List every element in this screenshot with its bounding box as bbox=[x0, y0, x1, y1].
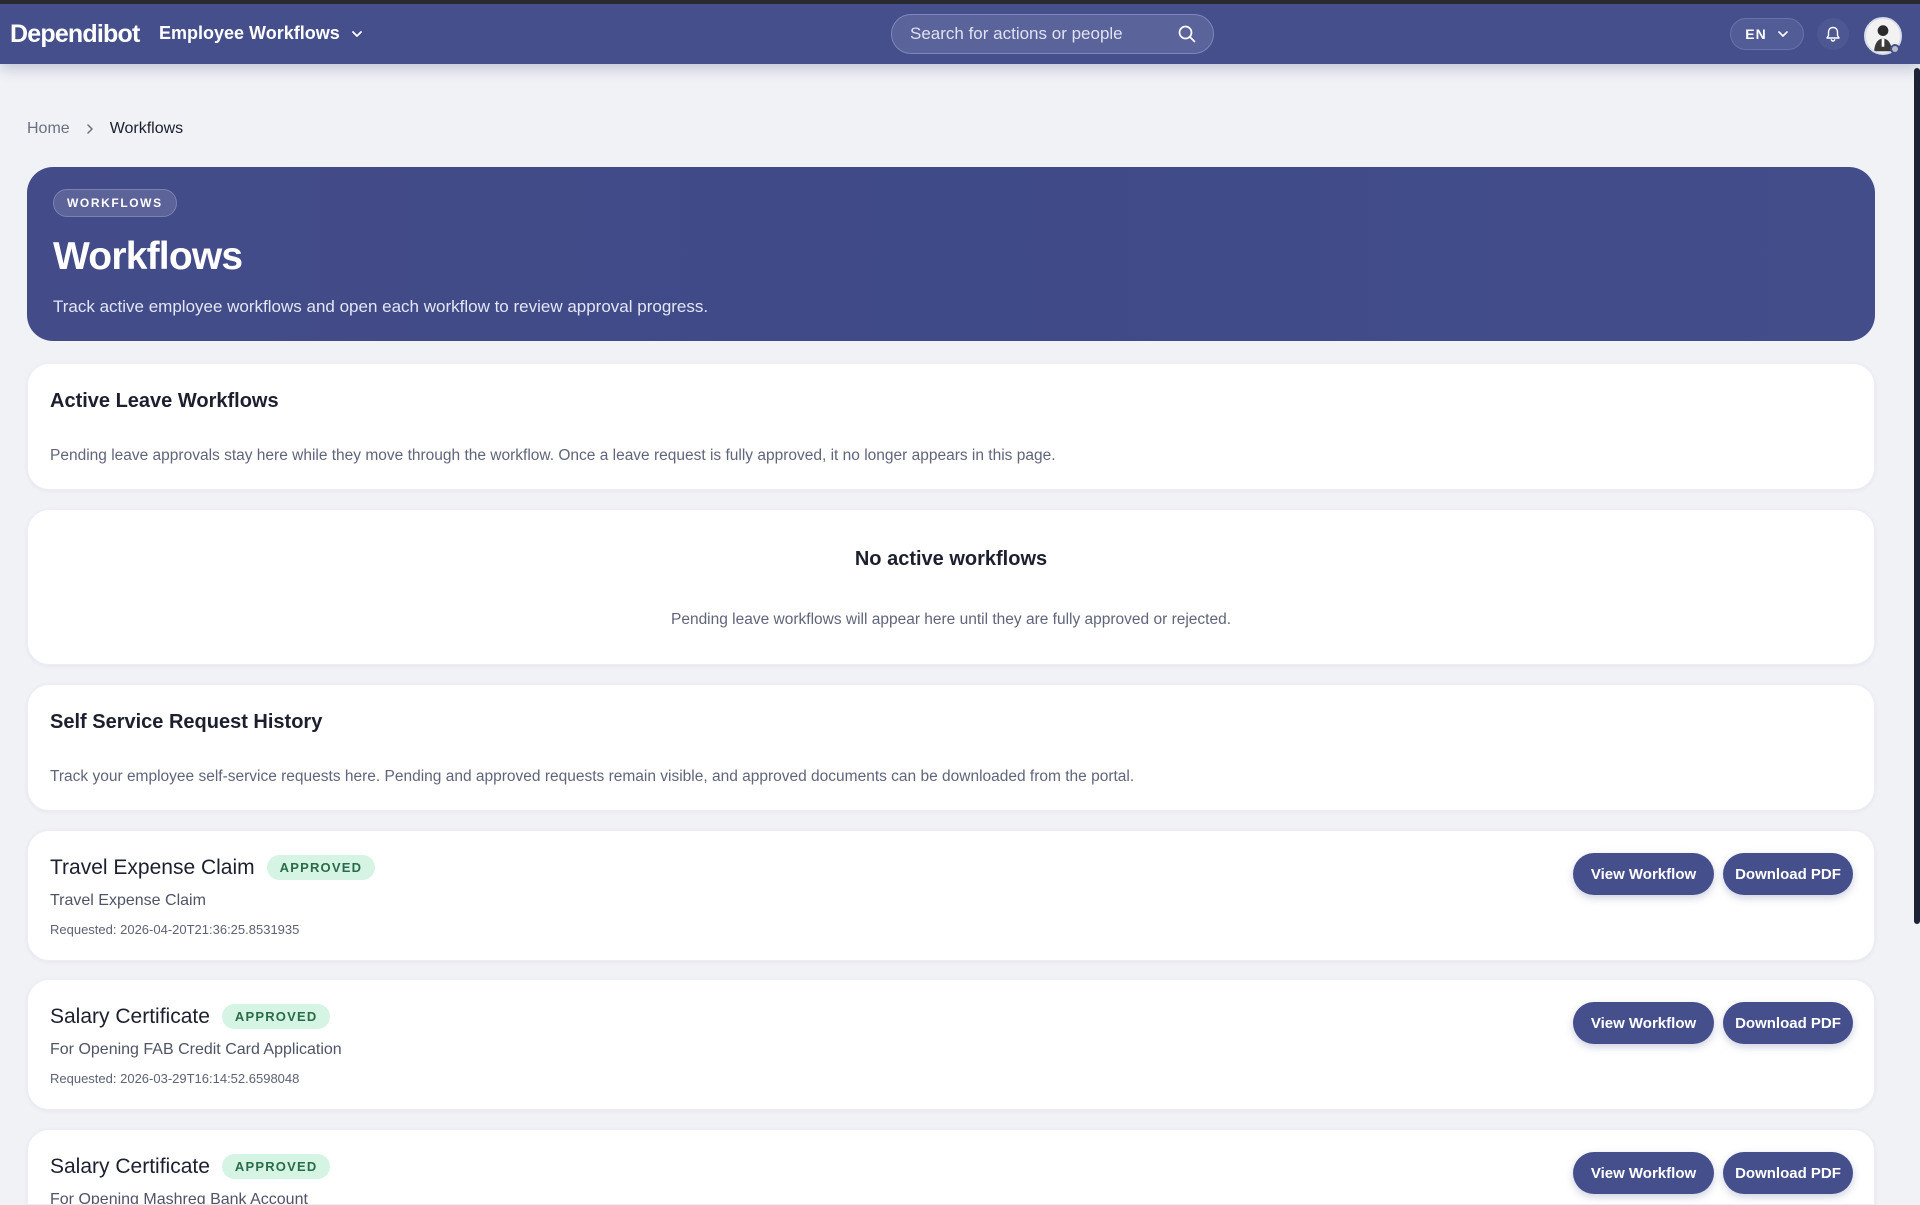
bell-icon bbox=[1826, 26, 1840, 42]
page-scrollbar[interactable] bbox=[1914, 68, 1920, 924]
search-input[interactable] bbox=[910, 24, 1177, 44]
breadcrumb-home[interactable]: Home bbox=[27, 120, 70, 138]
download-pdf-button[interactable]: Download PDF bbox=[1723, 1002, 1853, 1044]
download-pdf-button[interactable]: Download PDF bbox=[1723, 1152, 1853, 1194]
request-card: Salary Certificate APPROVED For Opening … bbox=[27, 1129, 1875, 1205]
chevron-down-icon bbox=[1777, 31, 1788, 37]
empty-state-description: Pending leave workflows will appear here… bbox=[670, 611, 1232, 628]
request-subtitle: For Opening Mashreq Bank Account bbox=[50, 1191, 308, 1205]
request-title: Salary Certificate bbox=[50, 1004, 210, 1028]
empty-state-card: No active workflows Pending leave workfl… bbox=[27, 509, 1875, 665]
presence-indicator bbox=[1890, 44, 1900, 54]
chevron-right-icon bbox=[86, 124, 93, 134]
view-workflow-button[interactable]: View Workflow bbox=[1573, 853, 1714, 895]
global-search bbox=[891, 14, 1214, 54]
view-workflow-button[interactable]: View Workflow bbox=[1573, 1002, 1714, 1044]
status-badge: APPROVED bbox=[266, 855, 376, 880]
notifications-button[interactable] bbox=[1817, 18, 1849, 50]
request-subtitle: Travel Expense Claim bbox=[50, 892, 206, 909]
top-navbar: Dependibot Employee Workflows EN bbox=[0, 4, 1920, 64]
page-hero: WORKFLOWS Workflows Track active employe… bbox=[27, 167, 1875, 341]
request-title: Travel Expense Claim bbox=[50, 855, 255, 879]
language-selector[interactable]: EN bbox=[1730, 18, 1804, 50]
chevron-down-icon bbox=[351, 30, 362, 37]
history-card: Self Service Request History Track your … bbox=[27, 684, 1875, 811]
brand-logo[interactable]: Dependibot bbox=[10, 20, 140, 49]
page-subtitle: Track active employee workflows and open… bbox=[53, 297, 709, 316]
request-card: Salary Certificate APPROVED For Opening … bbox=[27, 979, 1875, 1110]
request-card: Travel Expense Claim APPROVED Travel Exp… bbox=[27, 830, 1875, 961]
view-workflow-button[interactable]: View Workflow bbox=[1573, 1152, 1714, 1194]
leave-section-title: Active Leave Workflows bbox=[50, 390, 279, 412]
breadcrumb: Home Workflows bbox=[27, 120, 183, 138]
empty-state-title: No active workflows bbox=[854, 548, 1048, 570]
status-badge: APPROVED bbox=[221, 1004, 331, 1029]
status-badge: APPROVED bbox=[221, 1154, 331, 1179]
search-icon[interactable] bbox=[1177, 24, 1197, 44]
request-date: Requested: 2026-03-29T16:14:52.6598048 bbox=[50, 1071, 300, 1086]
leave-workflows-card: Active Leave Workflows Pending leave app… bbox=[27, 363, 1875, 490]
history-section-description: Track your employee self-service request… bbox=[50, 768, 1135, 785]
language-label: EN bbox=[1745, 26, 1767, 42]
module-switcher[interactable]: Employee Workflows bbox=[159, 23, 364, 44]
leave-section-description: Pending leave approvals stay here while … bbox=[50, 447, 1056, 464]
download-pdf-button[interactable]: Download PDF bbox=[1723, 853, 1853, 895]
request-subtitle: For Opening FAB Credit Card Application bbox=[50, 1041, 342, 1058]
request-date: Requested: 2026-04-20T21:36:25.8531935 bbox=[50, 922, 300, 937]
module-label: Employee Workflows bbox=[159, 23, 340, 43]
history-section-title: Self Service Request History bbox=[50, 711, 323, 733]
hero-tag: WORKFLOWS bbox=[53, 189, 177, 217]
breadcrumb-current: Workflows bbox=[109, 120, 184, 137]
page-title: Workflows bbox=[53, 235, 243, 278]
request-title: Salary Certificate bbox=[50, 1154, 210, 1178]
